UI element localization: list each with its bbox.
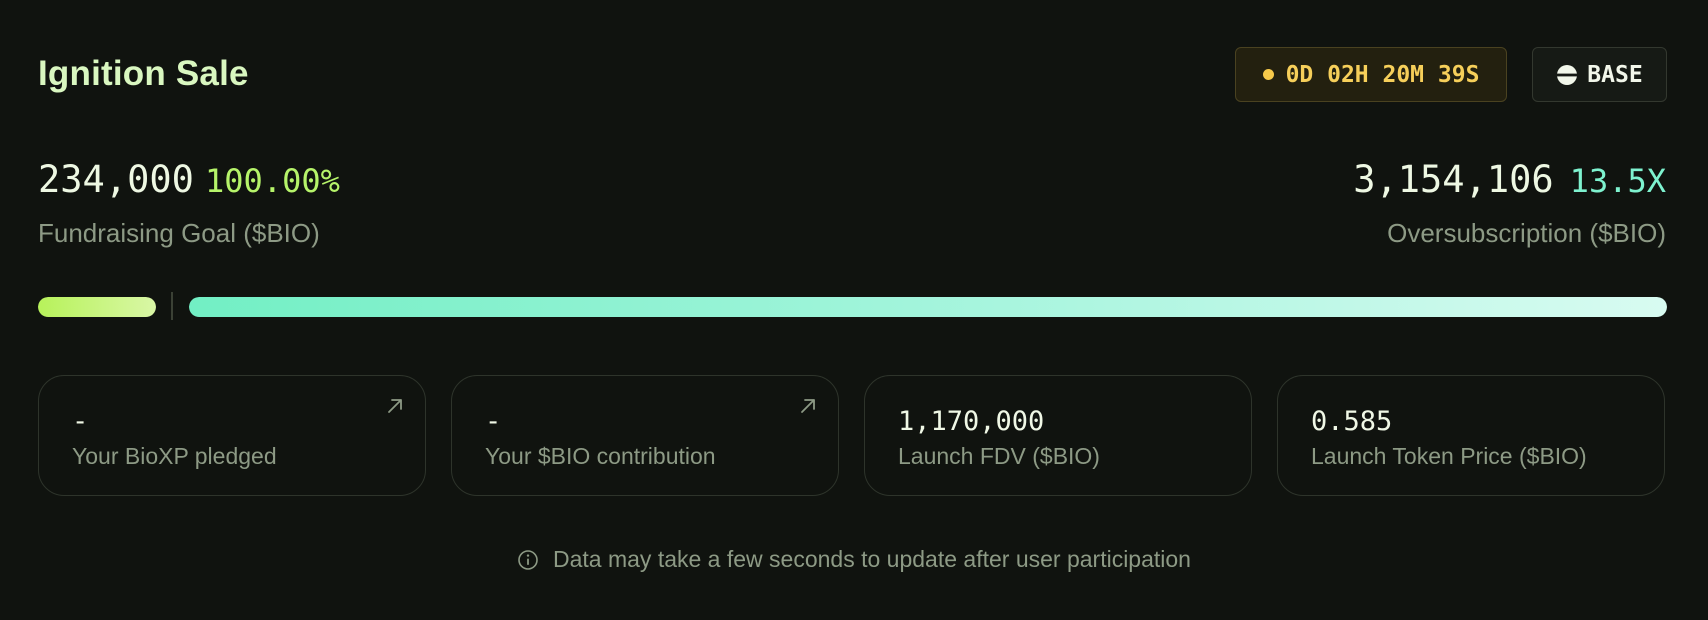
oversubscription-stats: 3,154,106 13.5X [1353, 158, 1666, 201]
launch-fdv-card: 1,170,000 Launch FDV ($BIO) [864, 375, 1252, 496]
oversubscription-value: 3,154,106 [1353, 158, 1554, 201]
status-dot-icon [1262, 69, 1274, 80]
goal-progress-fill [38, 297, 156, 317]
base-network-icon [1556, 64, 1578, 86]
oversubscription-progress-fill [189, 297, 1667, 317]
card-value: - [485, 406, 502, 437]
bio-contribution-card[interactable]: - Your $BIO contribution [451, 375, 839, 496]
card-label: Launch FDV ($BIO) [898, 443, 1100, 469]
bioxp-pledged-card[interactable]: - Your BioXP pledged [38, 375, 426, 496]
progress-divider [171, 292, 173, 320]
oversubscription-progress-bar [189, 297, 1667, 317]
arrow-up-right-icon[interactable] [385, 396, 405, 416]
card-label: Your BioXP pledged [72, 443, 277, 469]
info-icon [517, 549, 539, 571]
page-title: Ignition Sale [38, 54, 249, 93]
network-label: BASE [1587, 61, 1643, 88]
countdown-text: 0D 02H 20M 39S [1285, 61, 1480, 88]
ignition-sale-panel: Ignition Sale 0D 02H 20M 39S BASE 234,00… [0, 0, 1708, 620]
fundraising-goal-value: 234,000 [38, 158, 194, 201]
fundraising-goal-label: Fundraising Goal ($BIO) [38, 218, 320, 248]
fundraising-goal-percent: 100.00% [205, 162, 340, 200]
oversubscription-label: Oversubscription ($BIO) [1387, 218, 1666, 248]
countdown-badge: 0D 02H 20M 39S [1235, 47, 1507, 102]
oversubscription-multiplier: 13.5X [1569, 162, 1666, 200]
card-value: 1,170,000 [898, 406, 1045, 437]
goal-progress-bar [38, 297, 156, 317]
arrow-up-right-icon[interactable] [798, 396, 818, 416]
network-button[interactable]: BASE [1532, 47, 1667, 102]
card-value: - [72, 406, 89, 437]
card-value: 0.585 [1311, 406, 1393, 437]
launch-token-price-card: 0.585 Launch Token Price ($BIO) [1277, 375, 1665, 496]
card-label: Launch Token Price ($BIO) [1311, 443, 1587, 469]
note-text: Data may take a few seconds to update af… [553, 546, 1191, 572]
card-label: Your $BIO contribution [485, 443, 716, 469]
update-note: Data may take a few seconds to update af… [0, 546, 1708, 573]
